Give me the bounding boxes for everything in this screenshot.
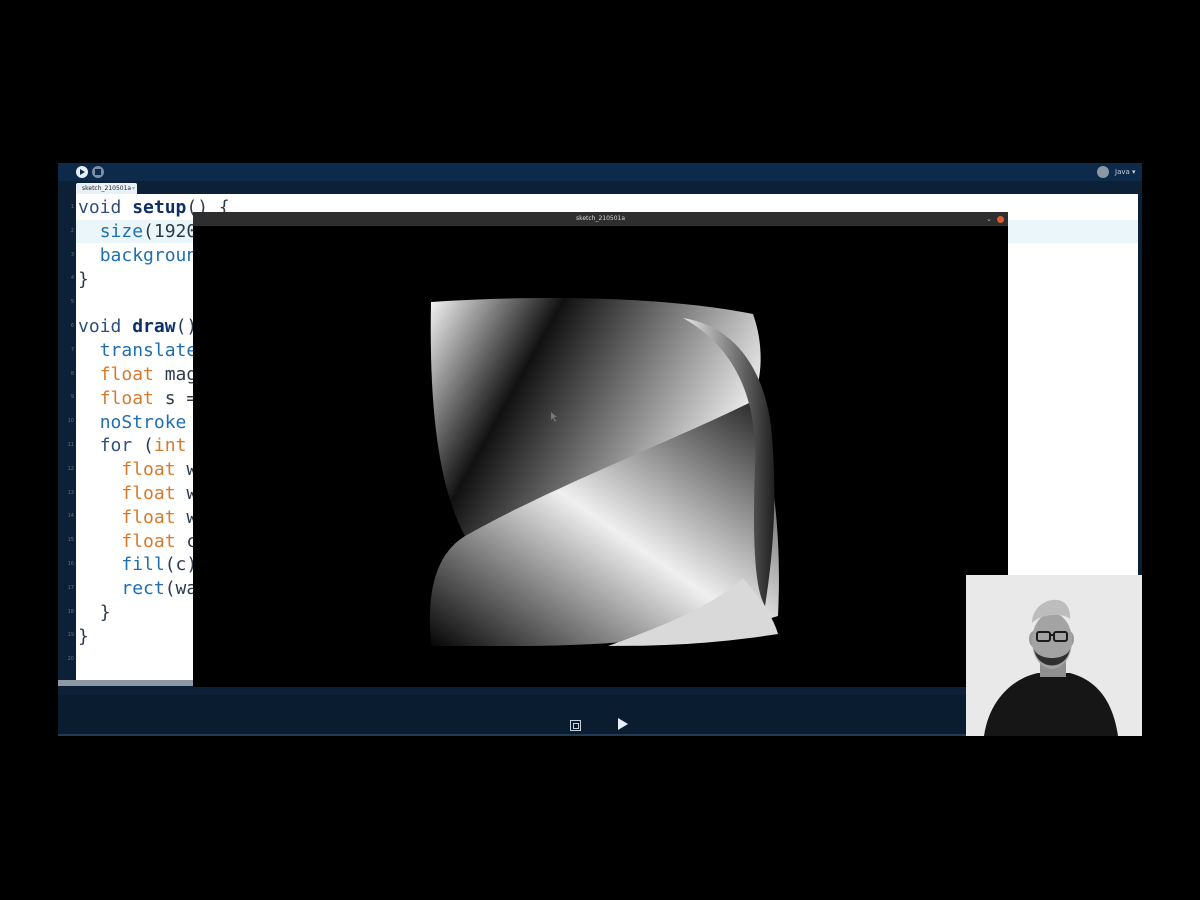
code-line: translate: [78, 339, 198, 363]
code-line: float w: [78, 458, 197, 482]
line-number: 10: [67, 418, 74, 425]
code-line: float s =: [78, 387, 198, 411]
code-line: backgroun: [78, 244, 198, 268]
function-name: draw: [132, 316, 176, 337]
code-text: mag: [153, 364, 198, 385]
sketch-output: [429, 298, 779, 646]
code-line: float mag: [78, 363, 198, 387]
line-number: 8: [70, 370, 74, 377]
line-number: 17: [67, 584, 74, 591]
line-number: 15: [67, 537, 74, 544]
code-line: float w: [78, 506, 197, 530]
line-number: 5: [70, 299, 74, 306]
builtin-call: backgroun: [99, 245, 198, 266]
builtin-call: noStroke: [99, 412, 187, 433]
line-number: 20: [67, 656, 74, 663]
mode-select[interactable]: Java ▾: [1115, 166, 1136, 178]
tab-bar: sketch_210501a ▾: [58, 181, 1142, 194]
code-line: fill(c): [78, 553, 197, 577]
run-button[interactable]: [76, 166, 88, 178]
line-number: 9: [70, 394, 74, 401]
sketch-canvas[interactable]: [193, 226, 1008, 687]
code-line: void draw(): [78, 315, 197, 339]
type-keyword: float: [99, 364, 154, 385]
type-keyword: float: [121, 507, 176, 528]
webcam-person-image: [966, 575, 1142, 736]
code-text: }: [78, 269, 89, 290]
type-keyword: float: [99, 388, 154, 409]
code-line: }: [78, 625, 89, 649]
code-text: (: [132, 435, 154, 456]
line-number: 6: [70, 323, 74, 329]
line-number: 12: [67, 465, 74, 472]
stop-button[interactable]: [92, 166, 104, 178]
line-number: 7: [70, 346, 74, 353]
webcam-overlay: [966, 575, 1142, 736]
line-number: 4: [70, 275, 74, 282]
line-number: 16: [67, 561, 74, 567]
play-icon[interactable]: [618, 718, 628, 730]
function-name: setup: [132, 197, 187, 218]
code-line: size(1920: [78, 220, 198, 244]
line-number: 2: [70, 227, 74, 234]
debug-icon[interactable]: [1097, 166, 1109, 178]
keyword: void: [78, 197, 122, 218]
minimize-icon[interactable]: ⌄: [986, 212, 992, 226]
code-line: for (int: [78, 434, 187, 458]
code-text: }: [78, 626, 89, 647]
keyword: void: [78, 316, 122, 337]
code-line: rect(wa: [78, 577, 197, 601]
type-keyword: int: [153, 435, 187, 456]
line-number: 1: [70, 204, 74, 210]
sketch-window: sketch_210501a ⌄: [193, 212, 1008, 687]
builtin-call: rect: [121, 578, 165, 599]
line-number: 11: [67, 442, 74, 448]
code-line: }: [78, 601, 111, 625]
type-keyword: float: [121, 531, 176, 552]
type-keyword: float: [121, 483, 176, 504]
builtin-call: translate: [99, 340, 198, 361]
code-text: (1920: [143, 221, 198, 242]
toolbar: Java ▾: [58, 163, 1142, 181]
line-number: 3: [70, 251, 74, 258]
line-number-gutter: 1 2 3 4 5 6 7 8 9 10 11 12 13 14 15 16 17 18 19 20: [58, 194, 76, 686]
line-number: 18: [67, 608, 74, 615]
console-icon[interactable]: [570, 720, 581, 731]
builtin-call: size: [99, 221, 144, 242]
code-text: s =: [153, 388, 198, 409]
tab-sketch[interactable]: sketch_210501a: [76, 183, 138, 194]
code-text: }: [99, 602, 111, 623]
close-icon[interactable]: [997, 216, 1004, 223]
type-keyword: float: [121, 459, 176, 480]
sketch-titlebar[interactable]: sketch_210501a ⌄: [193, 212, 1008, 226]
keyword: for: [99, 435, 133, 456]
line-number: 13: [67, 489, 74, 496]
code-line: float w: [78, 482, 197, 506]
line-number: 19: [67, 632, 74, 639]
builtin-call: fill: [121, 554, 165, 575]
code-line: float c: [78, 530, 197, 554]
line-number: 14: [67, 513, 74, 520]
sketch-window-title: sketch_210501a: [575, 215, 626, 222]
tab-menu-arrow-icon[interactable]: ▾: [132, 183, 135, 194]
code-line: }: [78, 268, 89, 292]
code-line: noStroke: [78, 411, 187, 435]
